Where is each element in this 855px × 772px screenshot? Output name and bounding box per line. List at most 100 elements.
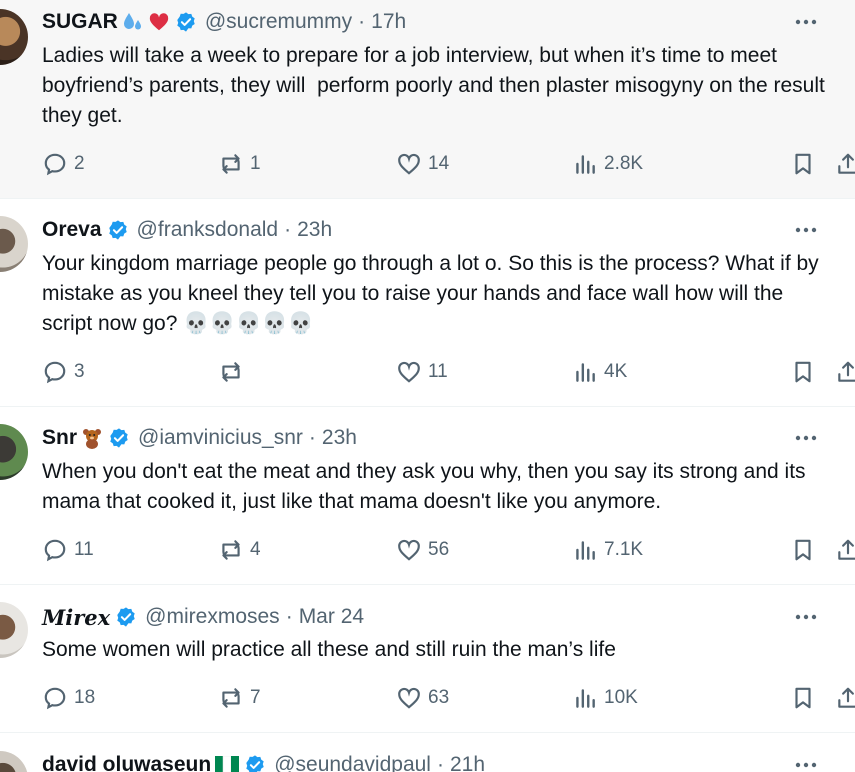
bookmark-button[interactable] [790,683,816,713]
more-icon[interactable] [793,755,819,772]
repost-icon [222,688,240,708]
like-button[interactable]: 63 [396,683,449,713]
repost-count: 1 [250,153,261,174]
verified-badge-icon [175,11,197,33]
reply-button[interactable]: 2 [42,149,85,179]
tweet-text: Your kingdom marriage people go through … [42,252,825,335]
timestamp[interactable]: 21h [450,753,485,772]
tweet-text: Some women will practice all these and s… [42,638,616,661]
like-icon [398,153,420,175]
author-handle[interactable]: @franksdonald [137,218,279,242]
more-icon[interactable] [793,220,819,240]
like-icon [398,687,420,709]
author-handle[interactable]: @mirexmoses [145,605,280,629]
action-bar: 18 7 63 10K [42,683,855,713]
tweet-text: Ladies will take a week to prepare for a… [42,44,831,127]
like-count: 14 [428,153,450,174]
avatar[interactable] [0,424,28,480]
repost-count: 7 [250,687,261,708]
separator-dot: · [436,753,444,772]
teddy-bear-icon [81,427,103,449]
reply-icon [44,361,66,384]
separator-dot: · [358,10,366,33]
like-button[interactable]: 11 [396,357,448,387]
avatar[interactable] [0,751,28,772]
author-handle[interactable]: @iamvinicius_snr [138,426,303,450]
verified-badge-icon [108,427,130,449]
views-button[interactable]: 2.8K [572,149,643,179]
timestamp[interactable]: Mar 24 [299,605,364,629]
bookmark-button[interactable] [790,535,816,565]
repost-icon [222,540,240,560]
sweat-droplets-icon [122,11,144,33]
repost-count: 4 [250,539,261,560]
more-icon[interactable] [793,428,819,448]
verified-badge-icon [107,219,129,241]
repost-button[interactable] [218,357,250,387]
author-name[interactable]: Snr [42,426,77,450]
reply-button[interactable]: 3 [42,357,85,387]
repost-button[interactable]: 1 [218,149,261,179]
share-icon [838,539,855,560]
reply-icon [44,153,66,176]
like-count: 63 [428,687,450,708]
share-button[interactable] [835,683,855,713]
repost-button[interactable]: 7 [218,683,261,713]
views-button[interactable]: 7.1K [572,535,643,565]
avatar[interactable] [0,9,28,65]
avatar[interactable] [0,602,28,658]
reply-count: 2 [74,153,85,174]
like-button[interactable]: 14 [396,149,449,179]
timestamp[interactable]: 23h [322,426,357,450]
views-icon [576,541,595,560]
tweet-text: When you don't eat the meat and they ask… [42,460,812,513]
author-handle[interactable]: @seundavidpaul [274,753,431,772]
views-count: 4K [604,361,628,382]
views-count: 2.8K [604,153,644,174]
repost-icon [222,154,240,174]
action-bar: 2 1 14 2.8K [42,149,855,179]
like-count: 11 [428,361,448,382]
share-button[interactable] [835,357,855,387]
author-name[interactable]: Mirex [42,605,110,630]
bookmark-button[interactable] [790,149,816,179]
author-name[interactable]: SUGAR [42,10,118,34]
timestamp[interactable]: 23h [297,218,332,242]
author-handle[interactable]: @sucremummy [205,10,352,34]
verified-badge-icon [244,754,266,772]
red-heart-icon [148,11,170,33]
reply-icon [44,539,66,562]
author-name[interactable]: david oluwaseun [42,753,211,772]
bookmark-button[interactable] [790,357,816,387]
avatar[interactable] [0,216,28,272]
views-icon [576,363,595,382]
reply-count: 11 [74,539,94,560]
separator-dot: · [308,426,316,449]
tweet[interactable]: Oreva @franksdonald · 23h Your kingdom m… [0,199,855,407]
like-icon [398,361,420,383]
verified-badge-icon [115,606,137,628]
like-button[interactable]: 56 [396,535,449,565]
separator-dot: · [285,605,293,628]
views-button[interactable]: 10K [572,683,638,713]
share-icon [838,361,855,382]
share-button[interactable] [835,149,855,179]
bookmark-icon [795,361,811,383]
repost-button[interactable]: 4 [218,535,261,565]
reply-button[interactable]: 18 [42,683,95,713]
more-icon[interactable] [793,12,819,32]
share-button[interactable] [835,535,855,565]
bookmark-icon [795,153,811,175]
views-count: 7.1K [604,539,644,560]
tweet[interactable]: Mirex @mirexmoses · Mar 24 Some women wi… [0,585,855,733]
action-bar: 11 4 56 7.1K [42,535,855,565]
tweet[interactable]: Snr @iamvinicius_snr · 23h When you don'… [0,407,855,585]
reply-count: 3 [74,361,85,382]
author-name[interactable]: Oreva [42,218,102,242]
tweet[interactable]: SUGAR @sucremummy · 17h Ladies will take… [0,0,855,199]
timestamp[interactable]: 17h [371,10,406,34]
tweet[interactable]: david oluwaseun @seundavidpaul · 21h [0,733,855,772]
views-button[interactable]: 4K [572,357,627,387]
more-icon[interactable] [793,607,819,627]
reply-button[interactable]: 11 [42,535,94,565]
